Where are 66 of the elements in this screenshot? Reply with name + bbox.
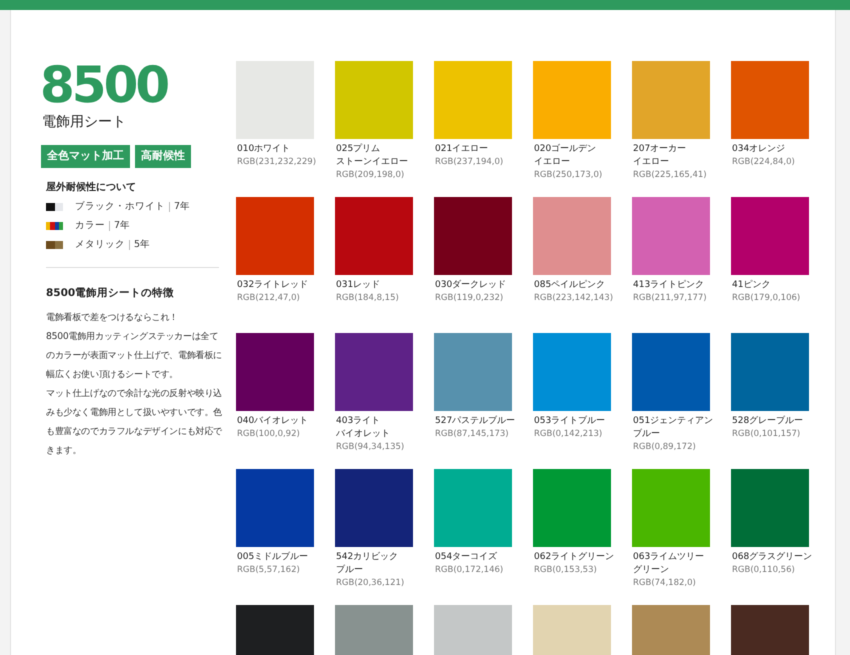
description-text: 8500電飾用カッティングステッカーは全てのカラーが表面マット仕上げで、電飾看板に幅広くお使い頂けるシートです。 <box>46 330 224 382</box>
feature-badge: 高耐候性 <box>135 145 191 168</box>
rgb-value: RGB(5,57,162) <box>236 564 301 577</box>
color-name: 051ジェンティアン ブルー <box>632 415 710 441</box>
rgb-value: RGB(119,0,232) <box>434 292 504 305</box>
durability-label: ブラック・ホワイト <box>75 200 165 214</box>
color-name: 021イエロー <box>434 143 490 156</box>
rgb-value: RGB(225,165,41) <box>632 169 708 182</box>
color-name: 085ペイルピンク <box>533 279 606 292</box>
rgb-value: RGB(0,142,213) <box>533 428 604 441</box>
color-name: 542カリビック ブルー <box>335 551 400 577</box>
rgb-value: RGB(237,194,0) <box>434 156 504 169</box>
color-name: 403ライト バイオレット <box>335 415 391 441</box>
feature-badge: 全色マット加工 <box>41 145 130 168</box>
swatch-pair-icon <box>46 241 63 250</box>
color-name: 020ゴールデン イエロー <box>533 143 598 169</box>
color-name: 528グレーブルー <box>731 415 804 428</box>
rgb-value: RGB(250,173,0) <box>533 169 604 182</box>
rgb-value: RGB(0,153,53) <box>533 564 598 577</box>
color-name: 032ライトレッド <box>236 279 310 292</box>
color-name: 41ピンク <box>731 279 772 292</box>
description-text: マット仕上げなので余計な光の反射や映り込みも少なく電飾用として扱いやすいです。色も豊富なのでカラフルなデザインにも対応できます。 <box>46 387 224 458</box>
durability-label: メタリック <box>75 238 125 252</box>
description-text: 電飾看板で差をつけるならこれ！ <box>46 311 180 325</box>
rgb-value: RGB(0,172,146) <box>434 564 504 577</box>
color-name: 527パステルブルー <box>434 415 512 428</box>
color-name: 040バイオレット <box>236 415 310 428</box>
color-name: 054ターコイズ <box>434 551 498 564</box>
durability-years: 7年 <box>109 220 130 231</box>
product-number: 8500 <box>39 60 169 110</box>
color-name: 025プリム ストーンイエロー <box>335 143 409 169</box>
section-heading: 8500電飾用シートの特徴 <box>45 286 176 302</box>
color-name: 207オーカー イエロー <box>632 143 688 169</box>
durability-label: カラー <box>75 218 105 233</box>
rgb-value: RGB(231,232,229) <box>236 156 314 169</box>
rgb-value: RGB(0,89,172) <box>632 441 697 454</box>
swatch-pair-icon <box>46 202 63 211</box>
rgb-value: RGB(100,0,92) <box>236 428 301 441</box>
rgb-value: RGB(209,198,0) <box>335 169 406 182</box>
durability-years: 5年 <box>129 240 150 250</box>
rgb-value: RGB(94,34,135) <box>335 441 406 454</box>
color-name: 031レッド <box>335 279 382 292</box>
rgb-value: RGB(224,84,0) <box>731 156 796 169</box>
color-name: 010ホワイト <box>236 143 292 156</box>
color-name: 030ダークレッド <box>434 279 508 292</box>
rgb-value: RGB(223,142,143) <box>533 292 611 305</box>
rgb-value: RGB(0,101,157) <box>731 428 802 441</box>
durability-years: 7年 <box>169 202 190 212</box>
color-name: 063ライムツリー グリーン <box>632 551 706 577</box>
rgb-value: RGB(211,97,177) <box>632 292 708 305</box>
rgb-value: RGB(20,36,121) <box>335 577 406 590</box>
product-subtitle: 電飾用シート <box>41 113 127 132</box>
section-heading: 屋外耐候性について <box>45 180 137 194</box>
color-name: 034オレンジ <box>731 143 786 156</box>
color-name: 413ライトピンク <box>632 279 706 292</box>
rgb-value: RGB(74,182,0) <box>632 577 697 590</box>
color-name: 068グラスグリーン <box>731 551 809 564</box>
rgb-value: RGB(87,145,173) <box>434 428 510 441</box>
rgb-value: RGB(179,0,106) <box>731 292 802 305</box>
rgb-value: RGB(184,8,15) <box>335 292 400 305</box>
rgb-value: RGB(212,47,0) <box>236 292 301 305</box>
color-name: 062ライトグリーン <box>533 551 611 564</box>
color-name: 053ライトブルー <box>533 415 606 428</box>
rgb-value: RGB(0,110,56) <box>731 564 796 577</box>
color-name: 005ミドルブルー <box>236 551 310 564</box>
color-swatches-icon <box>46 222 63 230</box>
